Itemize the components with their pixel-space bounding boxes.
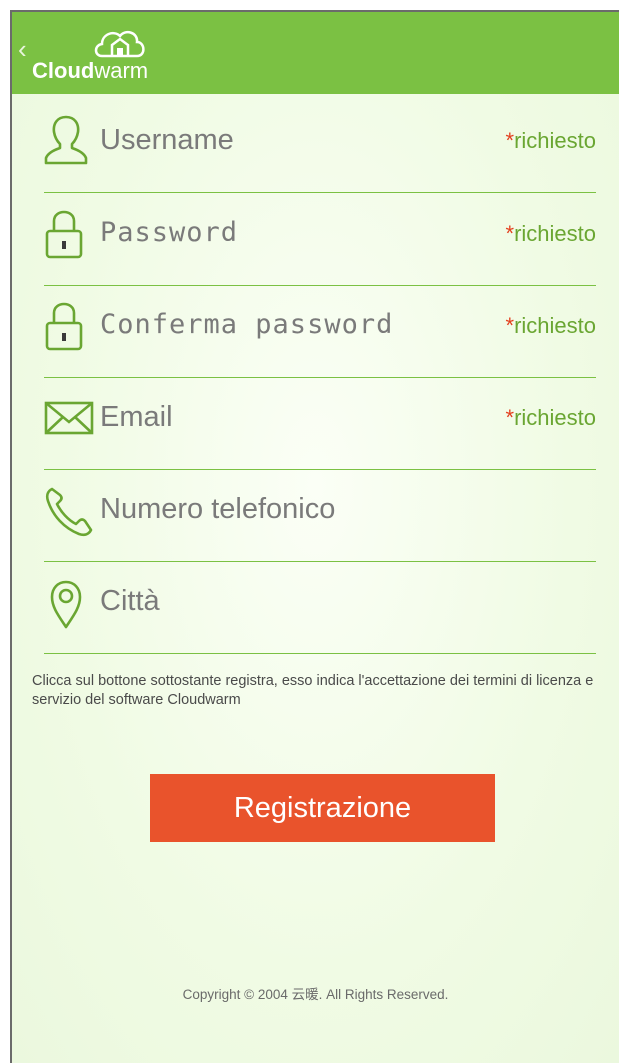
license-notice: Clicca sul bottone sottostante registra,…: [32, 673, 594, 708]
app-header: ‹ Cloudwarm: [12, 12, 619, 94]
email-field[interactable]: Email *richiesto: [44, 377, 596, 470]
register-button[interactable]: Registrazione: [150, 774, 495, 842]
location-pin-icon: [44, 561, 96, 631]
city-label: Città: [100, 585, 160, 617]
required-badge: *richiesto: [505, 221, 596, 246]
username-label: Username: [100, 124, 234, 156]
copyright-text: Copyright © 2004 云暖. All Rights Reserved…: [182, 987, 449, 1002]
user-icon: [44, 100, 96, 170]
phone-label: Numero telefonico: [100, 493, 336, 525]
phone-icon: [44, 469, 96, 539]
confirm-password-field[interactable]: Conferma password *richiesto: [44, 285, 596, 378]
lock-icon: [44, 285, 96, 355]
required-badge: *richiesto: [505, 128, 596, 153]
password-field[interactable]: Password *richiesto: [44, 193, 596, 286]
required-badge: *richiesto: [505, 313, 596, 338]
email-label: Email: [100, 401, 173, 433]
confirm-password-label: Conferma password: [100, 309, 394, 340]
password-label: Password: [100, 217, 239, 248]
username-field[interactable]: Username *richiesto: [44, 100, 596, 193]
city-field[interactable]: Città: [44, 561, 596, 654]
lock-icon: [44, 193, 96, 263]
app-frame: ‹ Cloudwarm Username *richiesto Password…: [10, 10, 619, 1063]
logo-text: Cloudwarm: [32, 58, 149, 83]
mail-icon: [44, 377, 96, 447]
back-icon[interactable]: ‹: [18, 36, 27, 62]
required-badge: *richiesto: [505, 405, 596, 430]
cloud-house-icon: [94, 30, 145, 58]
phone-field[interactable]: Numero telefonico: [44, 469, 596, 562]
cloudwarm-logo: Cloudwarm: [32, 22, 182, 88]
